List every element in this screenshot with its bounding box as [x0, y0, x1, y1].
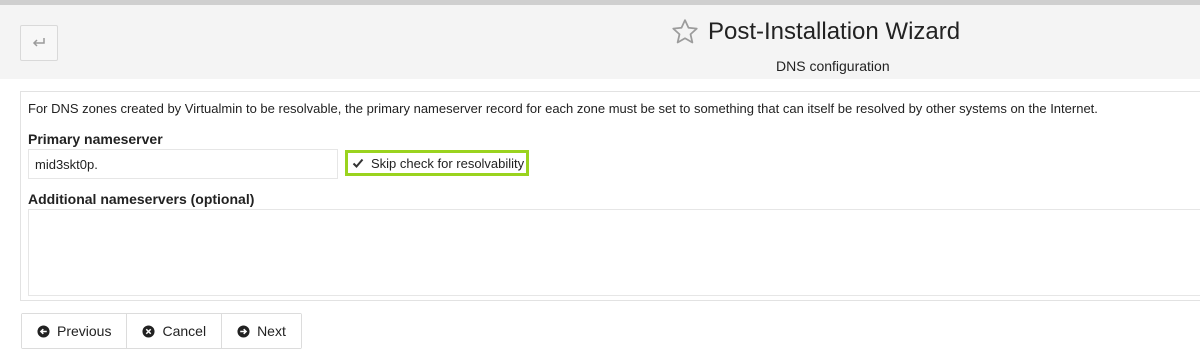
- primary-nameserver-label: Primary nameserver: [28, 131, 163, 147]
- additional-nameservers-label: Additional nameservers (optional): [28, 191, 255, 207]
- intro-text: For DNS zones created by Virtualmin to b…: [28, 101, 1098, 116]
- return-arrow-icon: [32, 38, 45, 47]
- back-button[interactable]: [20, 25, 58, 61]
- star-outline-icon[interactable]: [670, 17, 700, 47]
- checkmark-icon[interactable]: [351, 156, 365, 170]
- page-title: Post-Installation Wizard: [708, 18, 961, 45]
- additional-nameservers-textarea[interactable]: [28, 209, 1200, 296]
- primary-nameserver-input[interactable]: [28, 149, 338, 179]
- circle-arrow-left-icon: [37, 324, 50, 338]
- skip-resolvability-checkbox[interactable]: Skip check for resolvability: [345, 150, 530, 176]
- wizard-button-group: Previous Cancel Next: [21, 313, 302, 349]
- next-label: Next: [257, 323, 286, 339]
- cancel-label: Cancel: [162, 323, 207, 339]
- page-subtitle: DNS configuration: [776, 58, 890, 74]
- previous-label: Previous: [57, 323, 112, 339]
- dns-config-panel: For DNS zones created by Virtualmin to b…: [20, 91, 1200, 301]
- circle-x-icon: [142, 324, 156, 338]
- skip-resolvability-label[interactable]: Skip check for resolvability: [371, 156, 524, 171]
- page-header: Post-Installation Wizard DNS configurati…: [0, 5, 1200, 79]
- circle-arrow-right-icon: [237, 324, 250, 338]
- previous-button[interactable]: Previous: [22, 314, 127, 348]
- title-wrap: Post-Installation Wizard: [670, 17, 960, 47]
- next-button[interactable]: Next: [221, 314, 301, 348]
- cancel-button[interactable]: Cancel: [126, 314, 222, 348]
